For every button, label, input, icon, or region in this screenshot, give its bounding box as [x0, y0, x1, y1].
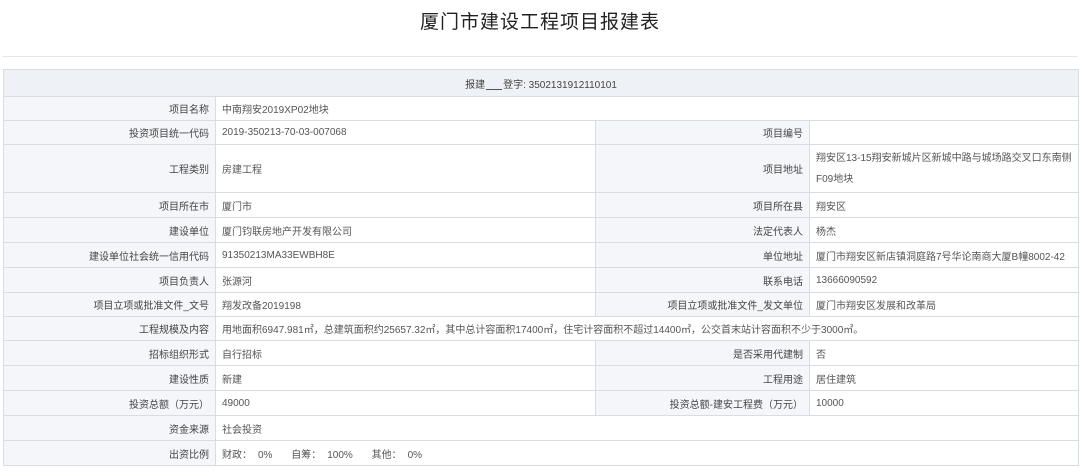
registration-blank — [486, 80, 503, 90]
field-label: 是否采用代建制 — [595, 340, 810, 366]
registration-number: 3502131912110101 — [528, 79, 617, 91]
other-value: 0% — [407, 449, 423, 461]
field-label: 建设性质 — [3, 365, 216, 391]
field-label: 项目所在县 — [595, 192, 810, 218]
table-row: 招标组织形式 自行招标 是否采用代建制 否 — [3, 340, 1079, 366]
finance-value: 0% — [258, 449, 273, 461]
approval-unit-value: 厦门市翔安区发展和改革局 — [809, 292, 1079, 317]
credit-code-value: 91350213MA33EWBH8E — [215, 242, 596, 268]
total-invest-value: 49000 — [215, 390, 596, 416]
field-label: 项目地址 — [595, 144, 810, 193]
fund-source-value: 社会投资 — [215, 415, 1079, 441]
table-row: 工程规模及内容 用地面积6947.981㎡，总建筑面积约25657.32㎡，其中… — [3, 316, 1079, 341]
title-divider — [2, 56, 1078, 57]
finance-label: 财政： — [222, 449, 252, 461]
table-row: 项目名称 中南翔安2019XP02地块 — [3, 96, 1079, 121]
nature-value: 新建 — [215, 365, 596, 391]
page-title: 厦门市建设工程项目报建表 — [419, 12, 660, 33]
usage-value: 居住建筑 — [809, 365, 1079, 391]
field-label: 建设单位社会统一信用代码 — [3, 242, 216, 268]
project-no-value — [809, 120, 1079, 145]
table-row: 建设单位 厦门钧联房地产开发有限公司 法定代表人 杨杰 — [3, 217, 1079, 243]
table-row: 项目所在市 厦门市 项目所在县 翔安区 — [3, 192, 1079, 218]
agent-system-value: 否 — [809, 340, 1079, 366]
manager-value: 张源河 — [215, 267, 596, 293]
other-label: 其他： — [371, 449, 402, 461]
field-label: 出资比例 — [3, 440, 216, 466]
legal-rep-value: 杨杰 — [809, 217, 1079, 243]
field-label: 单位地址 — [595, 242, 810, 268]
registration-suffix: 登字: — [503, 79, 526, 91]
table-row: 投资项目统一代码 2019-350213-70-03-007068 项目编号 — [3, 120, 1079, 145]
field-label: 工程类别 — [3, 144, 216, 193]
field-label: 项目名称 — [3, 96, 216, 121]
field-label: 项目编号 — [595, 120, 810, 145]
project-address-value: 翔安区13-15翔安新城片区新城中路与城场路交叉口东南侧F09地块 — [809, 144, 1079, 193]
invest-code-value: 2019-350213-70-03-007068 — [215, 120, 596, 145]
table-row: 建设单位社会统一信用代码 91350213MA33EWBH8E 单位地址 厦门市… — [3, 242, 1079, 268]
table-row: 资金来源 社会投资 — [3, 415, 1079, 441]
tender-form-value: 自行招标 — [215, 340, 596, 366]
phone-value: 13666090592 — [809, 267, 1079, 293]
table-row: 建设性质 新建 工程用途 居住建筑 — [3, 365, 1079, 391]
funding-ratio-value: 财政： 0% 自筹： 100% 其他： 0% — [215, 440, 1079, 466]
scale-value: 用地面积6947.981㎡，总建筑面积约25657.32㎡，其中总计容面积174… — [215, 316, 1079, 341]
field-label: 项目所在市 — [3, 192, 216, 218]
table-row: 项目立项或批准文件_文号 翔发改备2019198 项目立项或批准文件_发文单位 … — [3, 292, 1079, 317]
field-label: 建设单位 — [3, 217, 216, 243]
field-label: 联系电话 — [595, 267, 810, 293]
field-label: 项目立项或批准文件_文号 — [3, 292, 216, 317]
field-label: 投资总额（万元） — [3, 390, 216, 416]
field-label: 工程用途 — [595, 365, 810, 391]
project-registration-table: 报建 登字: 3502131912110101 项目名称 中南翔安2019XP02… — [3, 69, 1079, 466]
project-name-value: 中南翔安2019XP02地块 — [215, 96, 1079, 121]
table-row: 项目负责人 张源河 联系电话 13666090592 — [3, 267, 1079, 293]
table-row: 投资总额（万元） 49000 投资总额-建安工程费（万元） 10000 — [3, 390, 1079, 416]
unit-address-value: 厦门市翔安区新店镇洞庭路7号华论南商大厦B幢8002-42 — [809, 242, 1079, 268]
registration-number-cell: 报建 登字: 3502131912110101 — [3, 69, 1079, 97]
eng-category-value: 房建工程 — [215, 144, 596, 193]
field-label: 项目负责人 — [3, 267, 216, 293]
field-label: 投资项目统一代码 — [3, 120, 216, 145]
registration-prefix: 报建 — [465, 79, 486, 91]
table-row: 出资比例 财政： 0% 自筹： 100% 其他： 0% — [3, 440, 1079, 466]
construct-cost-value: 10000 — [809, 390, 1079, 416]
city-value: 厦门市 — [215, 192, 596, 218]
field-label: 工程规模及内容 — [3, 316, 216, 341]
field-label: 资金来源 — [3, 415, 216, 441]
field-label: 项目立项或批准文件_发文单位 — [595, 292, 810, 317]
county-value: 翔安区 — [809, 192, 1079, 218]
self-funded-value: 100% — [327, 449, 353, 461]
table-row: 工程类别 房建工程 项目地址 翔安区13-15翔安新城片区新城中路与城场路交叉口… — [3, 144, 1079, 193]
builder-value: 厦门钧联房地产开发有限公司 — [215, 217, 596, 243]
registration-row: 报建 登字: 3502131912110101 — [3, 69, 1079, 97]
approval-doc-value: 翔发改备2019198 — [215, 292, 596, 317]
field-label: 投资总额-建安工程费（万元） — [595, 390, 810, 416]
self-funded-label: 自筹： — [291, 449, 322, 461]
field-label: 法定代表人 — [595, 217, 810, 243]
field-label: 招标组织形式 — [3, 340, 216, 366]
